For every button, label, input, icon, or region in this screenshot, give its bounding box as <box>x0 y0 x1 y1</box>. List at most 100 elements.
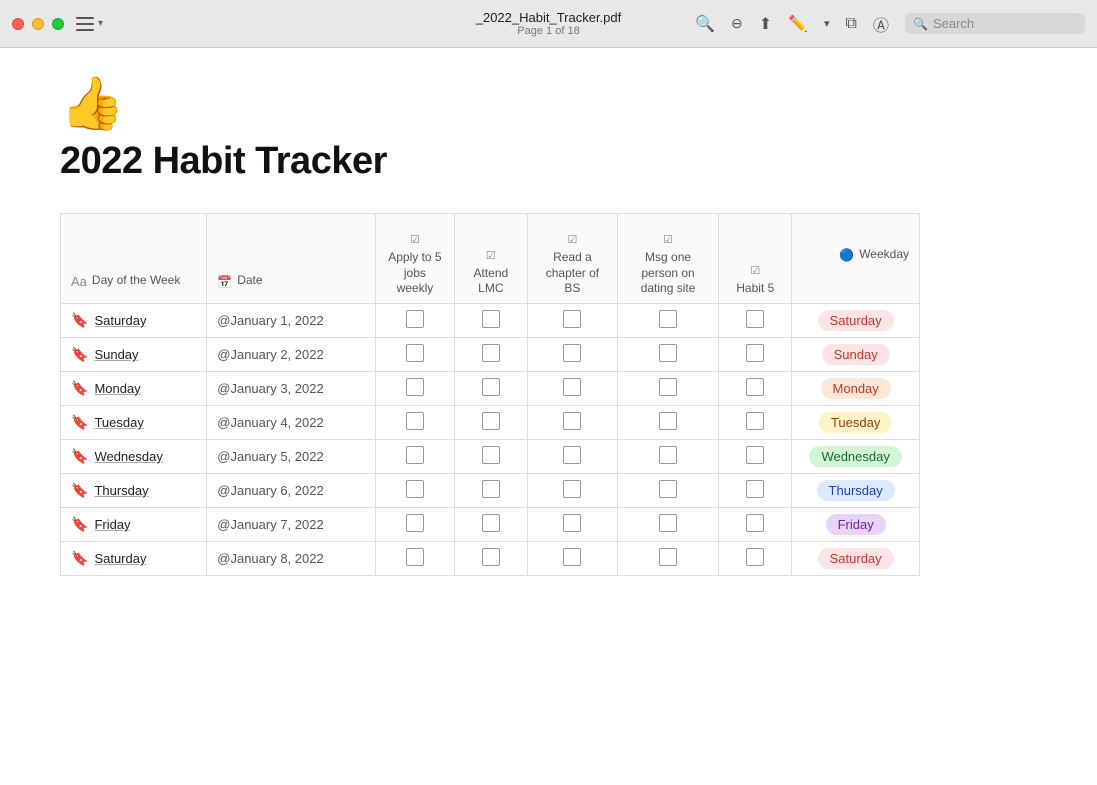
habit5-check-4 <box>719 440 792 474</box>
annotate-icon[interactable]: ✏️ <box>788 14 808 34</box>
th-apply-label: Apply to 5 jobs weekly <box>386 250 444 297</box>
apply-check-6 <box>376 508 455 542</box>
th-weekday-label: Weekday <box>859 247 909 263</box>
sidebar-icon <box>76 17 94 31</box>
table-row: 🔖 Monday @January 3, 2022 Monday <box>61 372 920 406</box>
day-cell-3: 🔖 Tuesday <box>61 406 207 440</box>
read-check-7 <box>527 542 617 576</box>
msg-check-3 <box>617 406 718 440</box>
read-checkbox[interactable] <box>563 310 581 328</box>
titlebar-center: _2022_Habit_Tracker.pdf Page 1 of 18 <box>476 10 622 37</box>
read-checkbox[interactable] <box>563 548 581 566</box>
habit5-checkbox[interactable] <box>746 446 764 464</box>
habit5-checkbox[interactable] <box>746 514 764 532</box>
apply-checkbox[interactable] <box>406 548 424 566</box>
apply-check-4 <box>376 440 455 474</box>
attend-checkbox[interactable] <box>482 446 500 464</box>
zoom-out-icon[interactable]: ⊖ <box>731 15 743 32</box>
bookmark-icon: 🔖 <box>71 550 88 567</box>
sidebar-toggle[interactable]: ▾ <box>76 17 103 31</box>
th-read-label: Read a chapter of BS <box>538 250 607 297</box>
habit5-checkbox[interactable] <box>746 480 764 498</box>
th-msg-person: ☑ Msg one person on dating site <box>617 214 718 304</box>
apply-checkbox[interactable] <box>406 378 424 396</box>
attend-checkbox[interactable] <box>482 344 500 362</box>
apply-checkbox[interactable] <box>406 344 424 362</box>
habit5-checkbox[interactable] <box>746 310 764 328</box>
habit5-checkbox[interactable] <box>746 412 764 430</box>
habit5-checkbox[interactable] <box>746 344 764 362</box>
read-checkbox[interactable] <box>563 446 581 464</box>
search-input[interactable] <box>933 16 1073 31</box>
page-title: 2022 Habit Tracker <box>60 140 1057 183</box>
th-habit5: ☑ Habit 5 <box>719 214 792 304</box>
find-icon[interactable]: Ⓐ <box>873 12 889 36</box>
read-check-1 <box>527 338 617 372</box>
search-box[interactable]: 🔍 <box>905 13 1085 34</box>
zoom-in-icon[interactable]: 🔍 <box>695 14 715 34</box>
read-checkbox[interactable] <box>563 514 581 532</box>
bookmark-icon: 🔖 <box>71 414 88 431</box>
attend-check-6 <box>454 508 527 542</box>
table-row: 🔖 Saturday @January 8, 2022 Saturday <box>61 542 920 576</box>
apply-checkbox[interactable] <box>406 446 424 464</box>
close-button[interactable] <box>12 18 24 30</box>
msg-checkbox[interactable] <box>659 310 677 328</box>
habit5-check-3 <box>719 406 792 440</box>
annotate-dropdown-icon[interactable]: ▾ <box>824 17 830 30</box>
habit5-check-6 <box>719 508 792 542</box>
habit5-checkbox[interactable] <box>746 548 764 566</box>
bookmark-icon: 🔖 <box>71 346 88 363</box>
read-check-0 <box>527 304 617 338</box>
apply-checkbox[interactable] <box>406 480 424 498</box>
th-weekday: 🔵 Weekday <box>792 214 920 304</box>
attend-checkbox[interactable] <box>482 480 500 498</box>
fullscreen-button[interactable] <box>52 18 64 30</box>
attend-check-3 <box>454 406 527 440</box>
read-checkbox[interactable] <box>563 480 581 498</box>
th-date: 📅 Date <box>207 214 376 304</box>
habit5-checkbox[interactable] <box>746 378 764 396</box>
attend-checkbox[interactable] <box>482 378 500 396</box>
read-checkbox[interactable] <box>563 344 581 362</box>
apply-checkbox[interactable] <box>406 514 424 532</box>
apply-checkbox[interactable] <box>406 412 424 430</box>
attend-checkbox[interactable] <box>482 514 500 532</box>
attend-check-5 <box>454 474 527 508</box>
msg-checkbox[interactable] <box>659 480 677 498</box>
date-value: @January 8, 2022 <box>217 551 323 566</box>
thumbs-up-emoji: 👍 <box>60 78 1057 130</box>
th-day-of-week: Aa Day of the Week <box>61 214 207 304</box>
read-checkbox[interactable] <box>563 412 581 430</box>
th-habit5-label: Habit 5 <box>729 281 781 297</box>
add-page-icon[interactable]: ⧉ <box>846 15 857 33</box>
habit5-check-0 <box>719 304 792 338</box>
habit5-check-5 <box>719 474 792 508</box>
read-checkbox[interactable] <box>563 378 581 396</box>
msg-checkbox[interactable] <box>659 378 677 396</box>
minimize-button[interactable] <box>32 18 44 30</box>
msg-checkbox[interactable] <box>659 344 677 362</box>
calendar-icon: 📅 <box>217 275 232 289</box>
attend-checkbox[interactable] <box>482 412 500 430</box>
attend-checkbox[interactable] <box>482 310 500 328</box>
date-cell-0: @January 1, 2022 <box>207 304 376 338</box>
msg-checkbox[interactable] <box>659 548 677 566</box>
msg-checkbox[interactable] <box>659 514 677 532</box>
day-cell-5: 🔖 Thursday <box>61 474 207 508</box>
apply-checkbox[interactable] <box>406 310 424 328</box>
msg-checkbox[interactable] <box>659 412 677 430</box>
attend-checkbox[interactable] <box>482 548 500 566</box>
table-row: 🔖 Sunday @January 2, 2022 Sunday <box>61 338 920 372</box>
attend-check-2 <box>454 372 527 406</box>
page-info-label: Page 1 of 18 <box>476 25 622 37</box>
read-check-2 <box>527 372 617 406</box>
table-row: 🔖 Thursday @January 6, 2022 Thursday <box>61 474 920 508</box>
apply-check-0 <box>376 304 455 338</box>
table-row: 🔖 Friday @January 7, 2022 Friday <box>61 508 920 542</box>
day-name: Thursday <box>94 483 148 498</box>
share-icon[interactable]: ⬆ <box>759 14 772 34</box>
msg-checkbox[interactable] <box>659 446 677 464</box>
apply-check-2 <box>376 372 455 406</box>
table-row: 🔖 Wednesday @January 5, 2022 Wednesday <box>61 440 920 474</box>
